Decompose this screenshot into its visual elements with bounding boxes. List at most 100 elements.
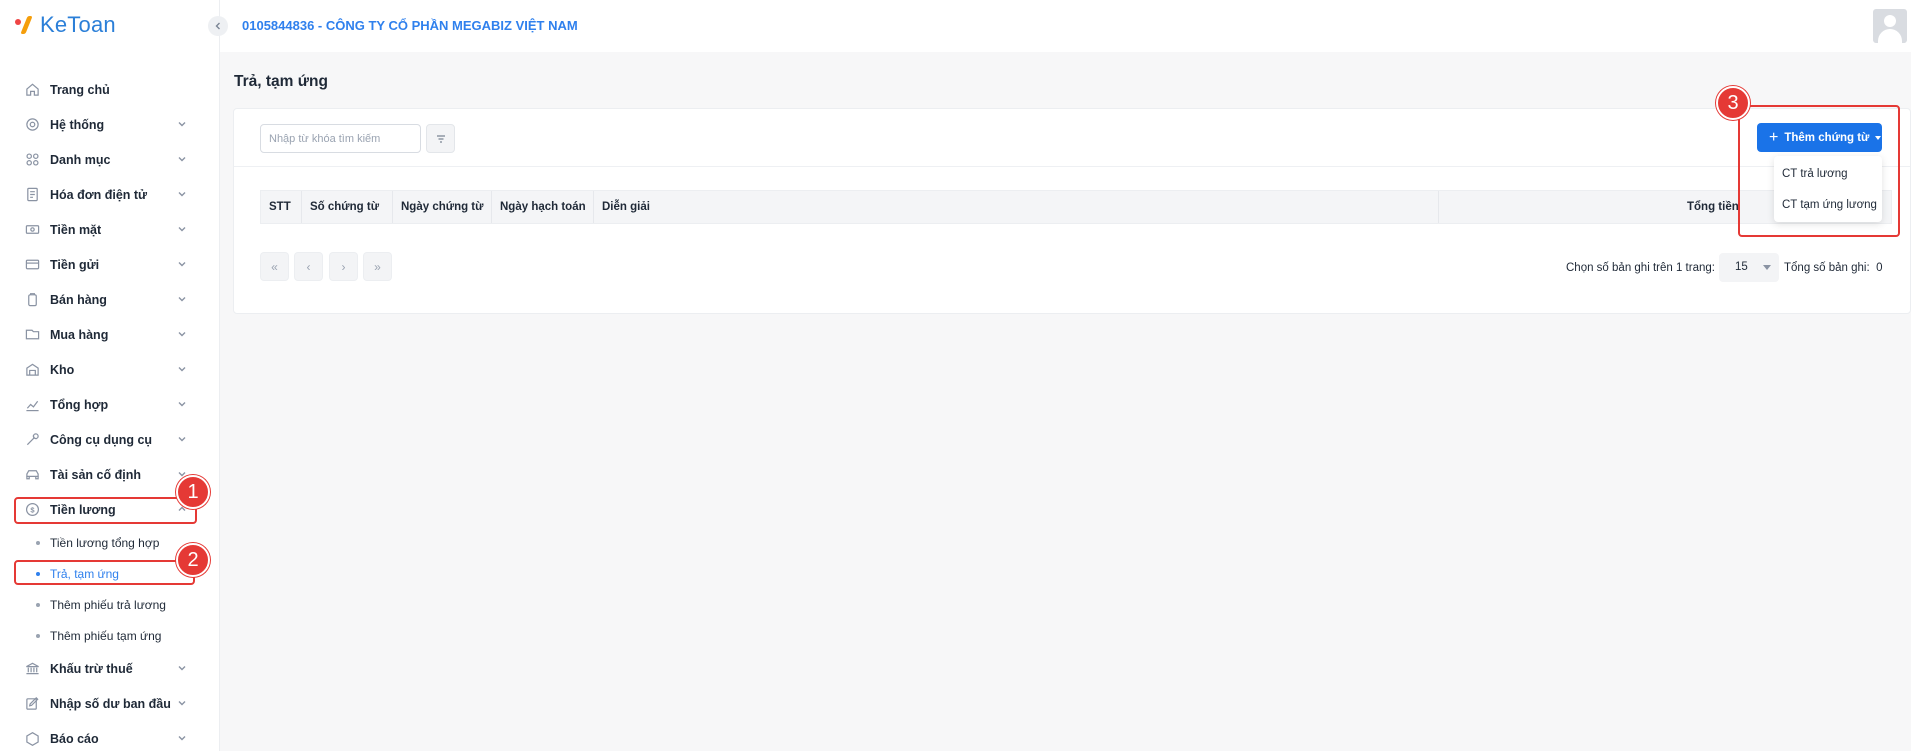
sidebar-item-label: Bán hàng xyxy=(50,292,107,307)
sidebar-item-he-thong[interactable]: Hệ thống xyxy=(0,107,220,142)
sidebar-subitem-them-phieu-tam-ung[interactable]: Thêm phiếu tạm ứng xyxy=(0,620,220,651)
chevron-down-icon xyxy=(178,437,186,442)
cart-icon xyxy=(24,327,40,343)
sidebar-item-label: Mua hàng xyxy=(50,327,109,342)
per-page-label: Chọn số bản ghi trên 1 trang: xyxy=(1566,262,1715,274)
sidebar-item-label: Tài sản cố định xyxy=(50,467,141,482)
chart-icon xyxy=(24,397,40,413)
tools-icon xyxy=(24,432,40,448)
chevron-down-icon xyxy=(178,367,186,372)
sidebar-item-label: Kho xyxy=(50,362,75,377)
chevron-down-icon xyxy=(178,227,186,232)
bullet-icon xyxy=(36,603,40,607)
column-header-ngay-hach-toan[interactable]: Ngày hạch toán xyxy=(492,191,594,223)
sidebar-item-label: Tiền mặt xyxy=(50,222,102,237)
sidebar-item-cong-cu-dung-cu[interactable]: Công cụ dụng cụ xyxy=(0,422,220,457)
sidebar-item-label: Công cụ dụng cụ xyxy=(50,432,153,447)
top-header: 0105844836 - CÔNG TY CỔ PHẦN MEGABIZ VIỆ… xyxy=(220,0,1911,52)
search-input[interactable] xyxy=(260,124,421,153)
edit-icon xyxy=(24,696,40,712)
step-badge-1: 1 xyxy=(176,475,210,509)
total-records-value: 0 xyxy=(1876,262,1883,274)
sidebar-item-kho[interactable]: Kho xyxy=(0,352,220,387)
filter-button[interactable] xyxy=(426,124,455,153)
sidebar-item-danh-muc[interactable]: Danh mục xyxy=(0,142,220,177)
chevron-down-icon xyxy=(178,332,186,337)
chevron-down-icon xyxy=(178,262,186,267)
total-records: Tổng số bản ghi: 0 xyxy=(1784,262,1883,274)
invoice-icon xyxy=(24,187,40,203)
grid-icon xyxy=(24,152,40,168)
sidebar-item-mua-hang[interactable]: Mua hàng xyxy=(0,317,220,352)
settings-icon xyxy=(24,117,40,133)
sidebar-item-label: Nhập số dư ban đầu xyxy=(50,696,171,711)
company-name[interactable]: 0105844836 - CÔNG TY CỔ PHẦN MEGABIZ VIỆ… xyxy=(242,18,578,33)
cash-icon xyxy=(24,222,40,238)
sidebar-item-nhap-so-du-ban-dau[interactable]: Nhập số dư ban đầu xyxy=(0,686,220,721)
car-icon xyxy=(24,467,40,483)
bank-icon xyxy=(24,661,40,677)
chevron-down-icon xyxy=(178,701,186,706)
chevron-down-icon xyxy=(178,297,186,302)
pager-first-button[interactable]: « xyxy=(260,252,289,281)
chevron-down-icon xyxy=(178,666,186,671)
column-header-so-chung-tu[interactable]: Số chứng từ xyxy=(302,191,393,223)
sidebar-subitem-label: Thêm phiếu trả lương xyxy=(50,597,166,612)
sidebar-item-label: Báo cáo xyxy=(50,731,99,746)
column-header-ngay-chung-tu[interactable]: Ngày chứng từ xyxy=(393,191,492,223)
divider xyxy=(234,166,1910,167)
report-icon xyxy=(24,731,40,747)
card-icon xyxy=(24,257,40,273)
sidebar-item-label: Tổng hợp xyxy=(50,397,109,412)
step-badge-3: 3 xyxy=(1716,86,1750,120)
sidebar-item-label: Danh mục xyxy=(50,152,111,167)
sidebar-collapse-button[interactable] xyxy=(208,16,228,36)
column-header-stt[interactable]: STT xyxy=(261,191,302,223)
bullet-icon xyxy=(36,634,40,638)
table-header: STT Số chứng từ Ngày chứng từ Ngày hạch … xyxy=(260,190,1892,224)
bullet-icon xyxy=(36,541,40,545)
sidebar-item-label: Khấu trừ thuế xyxy=(50,661,133,676)
app-logo[interactable]: KeToan xyxy=(14,12,116,38)
sidebar-item-bao-cao[interactable]: Báo cáo xyxy=(0,721,220,751)
sidebar-subitem-them-phieu-tra-luong[interactable]: Thêm phiếu trả lương xyxy=(0,589,220,620)
pager-last-button[interactable]: » xyxy=(363,252,392,281)
bag-icon xyxy=(24,292,40,308)
pager-prev-button[interactable]: ‹ xyxy=(294,252,323,281)
warehouse-icon xyxy=(24,362,40,378)
sidebar-item-ban-hang[interactable]: Bán hàng xyxy=(0,282,220,317)
avatar[interactable] xyxy=(1873,9,1907,43)
filter-icon xyxy=(436,134,445,143)
chevron-down-icon xyxy=(178,122,186,127)
per-page-value: 15 xyxy=(1735,261,1748,273)
highlight-tra-tam-ung xyxy=(14,560,195,585)
chevron-down-icon xyxy=(178,157,186,162)
sidebar-item-label: Hệ thống xyxy=(50,117,105,132)
column-header-dien-giai[interactable]: Diễn giải xyxy=(594,191,1439,223)
sidebar-item-label: Tiền gửi xyxy=(50,257,100,272)
sidebar-subitem-label: Thêm phiếu tạm ứng xyxy=(50,628,162,643)
sidebar-item-tien-gui[interactable]: Tiền gửi xyxy=(0,247,220,282)
highlight-add-menu xyxy=(1738,105,1900,237)
chevron-down-icon xyxy=(178,192,186,197)
sidebar-item-khau-tru-thue[interactable]: Khấu trừ thuế xyxy=(0,651,220,686)
user-icon xyxy=(1884,15,1896,27)
sidebar: KeToan Trang chủ Hệ thống Danh mục Hóa đ… xyxy=(0,0,220,751)
logo-mark-icon xyxy=(14,14,36,36)
sidebar-item-tong-hop[interactable]: Tổng hợp xyxy=(0,387,220,422)
step-badge-2: 2 xyxy=(176,543,210,577)
per-page-select[interactable]: 15 xyxy=(1719,253,1779,282)
chevron-down-icon xyxy=(178,402,186,407)
sidebar-item-trang-chu[interactable]: Trang chủ xyxy=(0,72,220,107)
logo-text: KeToan xyxy=(40,12,116,37)
sidebar-item-hoa-don-dien-tu[interactable]: Hóa đơn điện tử xyxy=(0,177,220,212)
highlight-tien-luong xyxy=(14,497,197,524)
page-title: Trả, tạm ứng xyxy=(234,73,328,90)
sidebar-menu: Trang chủ Hệ thống Danh mục Hóa đơn điện… xyxy=(0,72,220,751)
chevron-down-icon xyxy=(178,736,186,741)
sidebar-item-label: Hóa đơn điện tử xyxy=(50,187,148,202)
sidebar-item-tien-mat[interactable]: Tiền mặt xyxy=(0,212,220,247)
sidebar-subitem-label: Tiền lương tổng hợp xyxy=(50,535,160,550)
chevron-left-icon xyxy=(215,22,220,30)
pager-next-button[interactable]: › xyxy=(329,252,358,281)
